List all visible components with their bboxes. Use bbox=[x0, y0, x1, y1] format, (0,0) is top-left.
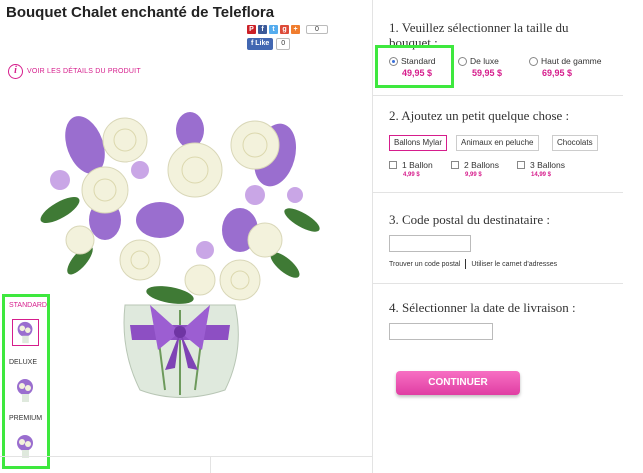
addon-checkbox[interactable] bbox=[517, 161, 525, 169]
divider bbox=[373, 95, 623, 96]
facebook-like-count: 0 bbox=[276, 38, 291, 50]
address-book-link[interactable]: Utiliser le carnet d'adresses bbox=[471, 261, 557, 268]
size-price-standard: 49,95 $ bbox=[402, 68, 433, 78]
size-radio-premium[interactable] bbox=[529, 56, 538, 66]
size-radio-standard[interactable] bbox=[389, 56, 398, 66]
facebook-like-row: f Like 0 bbox=[247, 38, 291, 50]
thumbnail-deluxe[interactable] bbox=[12, 377, 39, 404]
product-details-label: VOIR LES DÉTAILS DU PRODUIT bbox=[27, 68, 141, 75]
addon-checkbox[interactable] bbox=[389, 161, 397, 169]
size-price-deluxe: 59,95 $ bbox=[472, 68, 503, 78]
size-label-standard: Standard bbox=[401, 56, 436, 66]
addon-1-ballon[interactable]: 1 Ballon bbox=[389, 160, 433, 170]
facebook-like-button[interactable]: f Like bbox=[247, 38, 274, 50]
addon-price: 14,99 $ bbox=[531, 172, 552, 178]
product-details-link[interactable]: i VOIR LES DÉTAILS DU PRODUIT bbox=[8, 64, 141, 79]
selected-size-highlight bbox=[375, 45, 454, 88]
addon-price: 4,99 $ bbox=[403, 172, 420, 178]
link-separator bbox=[465, 259, 467, 269]
thumbnail-label-standard: STANDARD bbox=[9, 302, 47, 309]
google-plus-icon[interactable]: g bbox=[280, 25, 289, 34]
size-price-premium: 69,95 $ bbox=[542, 68, 573, 78]
divider bbox=[373, 192, 623, 193]
thumbnail-standard[interactable] bbox=[12, 319, 39, 346]
step3-title: 3. Code postal du destinataire : bbox=[389, 212, 551, 227]
pinterest-icon[interactable]: P bbox=[247, 25, 256, 34]
tab-ballons-mylar[interactable]: Ballons Mylar bbox=[389, 135, 448, 151]
addon-checkbox[interactable] bbox=[451, 161, 459, 169]
find-postal-code-link[interactable]: Trouver un code postal bbox=[389, 261, 460, 268]
divider bbox=[373, 283, 623, 284]
add-icon[interactable]: + bbox=[291, 25, 300, 34]
twitter-icon[interactable]: t bbox=[269, 25, 278, 34]
bouquet-image bbox=[40, 112, 320, 398]
facebook-like-label: Like bbox=[255, 40, 270, 47]
divider bbox=[210, 456, 211, 473]
thumbnail-label-premium: PREMIUM bbox=[9, 415, 43, 422]
addon-label: 1 Ballon bbox=[402, 160, 433, 170]
size-label-premium: Haut de gamme bbox=[541, 56, 602, 66]
step2-title: 2. Ajoutez un petit quelque chose : bbox=[389, 108, 570, 123]
thumbnail-label-deluxe: DELUXE bbox=[9, 359, 38, 366]
addon-label: 2 Ballons bbox=[464, 160, 499, 170]
size-option-standard[interactable]: Standard bbox=[389, 56, 436, 66]
addon-price: 9,99 $ bbox=[465, 172, 482, 178]
divider bbox=[0, 456, 372, 457]
social-share-bar: P f t g + 0 bbox=[247, 25, 328, 34]
tab-chocolats[interactable]: Chocolats bbox=[552, 135, 598, 151]
step1-title-line1: 1. Veuillez sélectionner la taille du bbox=[389, 20, 569, 35]
delivery-date-input[interactable] bbox=[389, 323, 493, 340]
step4-title: 4. Sélectionner la date de livraison : bbox=[389, 300, 576, 315]
size-label-deluxe: De luxe bbox=[470, 56, 499, 66]
share-count: 0 bbox=[306, 25, 328, 34]
size-option-premium[interactable]: Haut de gamme bbox=[529, 56, 601, 66]
tab-animaux-en-peluche[interactable]: Animaux en peluche bbox=[456, 135, 539, 151]
divider bbox=[372, 0, 373, 473]
addon-2-ballons[interactable]: 2 Ballons bbox=[451, 160, 499, 170]
product-title: Bouquet Chalet enchanté de Teleflora bbox=[6, 4, 275, 21]
size-radio-deluxe[interactable] bbox=[458, 56, 467, 66]
info-icon: i bbox=[8, 64, 23, 79]
postal-code-input[interactable] bbox=[389, 235, 471, 252]
postal-links: Trouver un code postal Utiliser le carne… bbox=[389, 259, 557, 269]
facebook-icon[interactable]: f bbox=[258, 25, 267, 34]
addon-3-ballons[interactable]: 3 Ballons bbox=[517, 160, 565, 170]
continue-button[interactable]: CONTINUER bbox=[396, 371, 520, 395]
addon-label: 3 Ballons bbox=[530, 160, 565, 170]
size-thumbnails: STANDARD DELUXE PREMIUM bbox=[2, 294, 50, 469]
size-option-deluxe[interactable]: De luxe bbox=[458, 56, 499, 66]
